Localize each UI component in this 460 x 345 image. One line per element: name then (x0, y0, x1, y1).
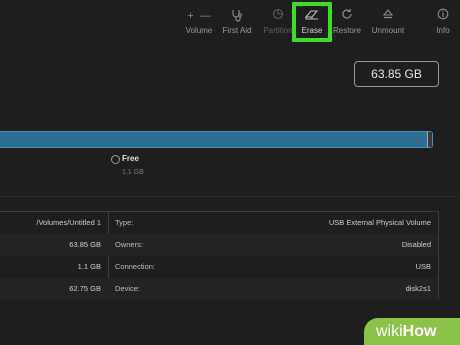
connection-key: Connection: (115, 262, 156, 271)
table-row: /Volumes/Untitled 1 Type: USB External P… (0, 212, 438, 234)
capacity-badge: 63.85 GB (354, 61, 439, 87)
disk-utility-window: + — Volume First Aid Partition Erase Res… (0, 0, 460, 345)
volume-info-table: /Volumes/Untitled 1 Type: USB External P… (0, 211, 439, 300)
mount-point-value: /Volumes/Untitled 1 (36, 218, 101, 227)
watermark-suffix: How (402, 323, 437, 340)
capacity-value: 63.85 GB (69, 240, 101, 249)
used-value: 62.75 GB (69, 284, 101, 293)
unmount-label: Unmount (371, 26, 405, 35)
connection-value: USB (415, 262, 431, 271)
free-legend-dot (111, 155, 120, 164)
device-value: disk2s1 (405, 284, 431, 293)
section-divider (0, 196, 460, 197)
info-button[interactable]: Info (418, 8, 460, 35)
free-legend-label: Free (122, 154, 139, 163)
owners-value: Disabled (401, 240, 431, 249)
owners-key: Owners: (115, 240, 143, 249)
free-space-segment (427, 132, 432, 147)
table-row: 63.85 GB Owners: Disabled (0, 234, 438, 256)
type-key: Type: (115, 218, 134, 227)
free-legend-size: 1.1 GB (122, 169, 144, 176)
table-row: 1.1 GB Connection: USB (0, 256, 438, 278)
eject-icon (363, 8, 413, 24)
unmount-button[interactable]: Unmount (363, 8, 413, 35)
info-icon (418, 8, 460, 24)
type-value: USB External Physical Volume (328, 218, 431, 227)
wikihow-watermark: wikiHow (364, 318, 460, 345)
device-key: Device: (115, 284, 141, 293)
toolbar: + — Volume First Aid Partition Erase Res… (0, 0, 460, 42)
watermark-prefix: wiki (376, 323, 403, 340)
table-row: 62.75 GB Device: disk2s1 (0, 278, 438, 300)
available-value: 1.1 GB (77, 262, 101, 271)
usage-bar (0, 131, 433, 148)
info-label: Info (436, 26, 450, 35)
